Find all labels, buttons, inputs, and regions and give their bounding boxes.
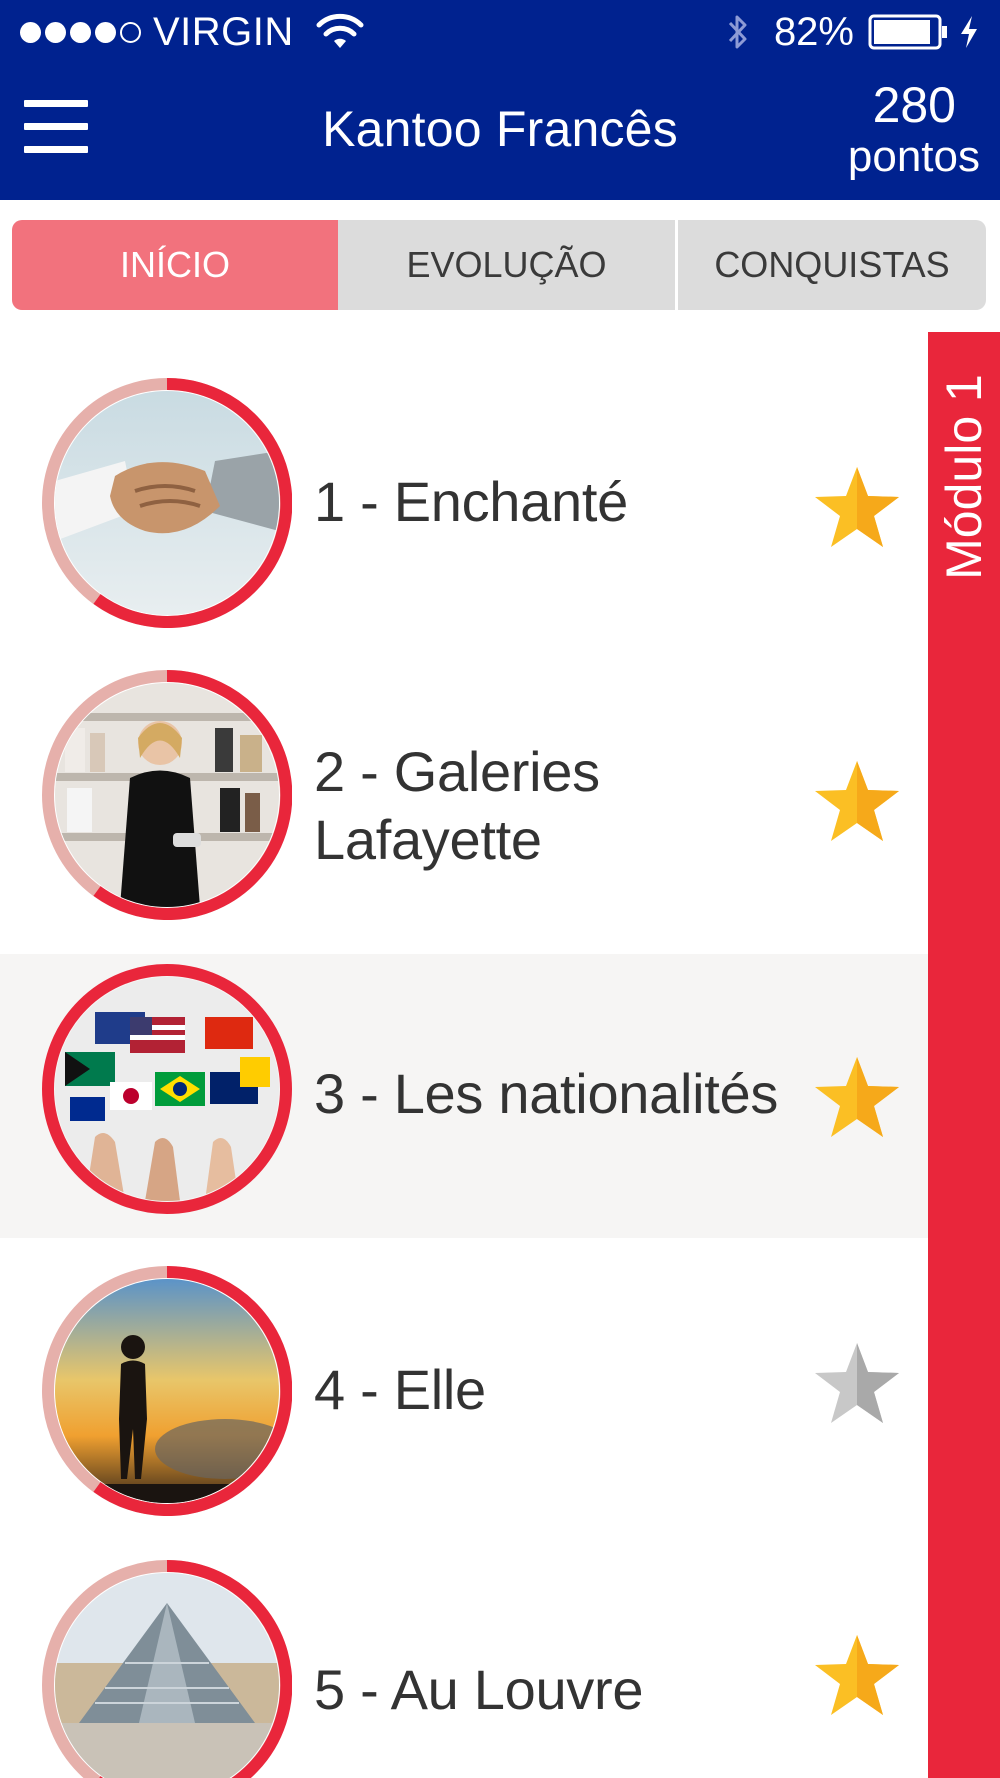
lesson-item-1[interactable]: 1 - Enchanté — [0, 360, 928, 644]
lesson-thumbnail — [42, 670, 292, 920]
module-label: Módulo 1 — [928, 332, 1000, 622]
lesson-thumbnail — [42, 1560, 292, 1778]
shop-assistant-photo — [55, 683, 279, 907]
score-unit: pontos — [847, 132, 980, 181]
tab-conquistas[interactable]: CONQUISTAS — [678, 220, 986, 310]
score-value: 280 — [872, 77, 956, 133]
status-right: 82% — [724, 8, 980, 56]
lesson-thumbnail — [42, 1266, 292, 1516]
module-label-text: Módulo 1 — [936, 374, 993, 580]
signal-strength-icon — [20, 21, 141, 43]
bluetooth-icon — [728, 15, 747, 49]
lesson-title: 2 - Galeries Lafayette — [314, 740, 600, 871]
battery-icon — [868, 14, 947, 50]
handshake-photo — [55, 391, 279, 615]
lesson-item-4[interactable]: 4 - Elle — [0, 1240, 928, 1524]
status-left: VIRGIN — [20, 8, 364, 56]
lesson-item-2[interactable]: 2 - Galeries Lafayette — [0, 652, 928, 936]
star-icon — [815, 761, 899, 841]
lesson-thumbnail — [42, 378, 292, 628]
charging-bolt-icon — [961, 16, 977, 48]
tab-inicio[interactable]: INÍCIO — [12, 220, 338, 310]
lesson-title: 4 - Elle — [314, 1358, 486, 1421]
lesson-title: 3 - Les nationalités — [314, 1062, 779, 1125]
module-sidebar: Módulo 1 — [928, 332, 1000, 1778]
battery-percentage: 82% — [773, 9, 854, 54]
score-display: 280 pontos — [848, 78, 980, 182]
lesson-title: 1 - Enchanté — [314, 470, 628, 533]
star-icon — [815, 467, 899, 547]
flags-photo — [55, 977, 279, 1201]
carrier-name: VIRGIN — [153, 9, 294, 54]
tab-bar: INÍCIO EVOLUÇÃO CONQUISTAS — [12, 220, 986, 310]
lesson-item-5[interactable]: 5 - Au Louvre — [0, 1532, 928, 1778]
star-icon — [815, 1343, 899, 1423]
status-bar: VIRGIN 82% — [0, 0, 1000, 64]
app-header: Kantoo Francês 280 pontos — [0, 64, 1000, 200]
star-icon — [815, 1057, 899, 1137]
woman-silhouette-sunset-photo — [55, 1279, 279, 1503]
tab-evolucao[interactable]: EVOLUÇÃO — [338, 220, 678, 310]
lesson-item-3[interactable]: 3 - Les nationalités — [0, 954, 928, 1238]
star-icon — [815, 1635, 899, 1715]
lesson-title: 5 - Au Louvre — [314, 1658, 644, 1721]
lesson-thumbnail — [42, 964, 292, 1214]
wifi-icon — [316, 13, 364, 48]
